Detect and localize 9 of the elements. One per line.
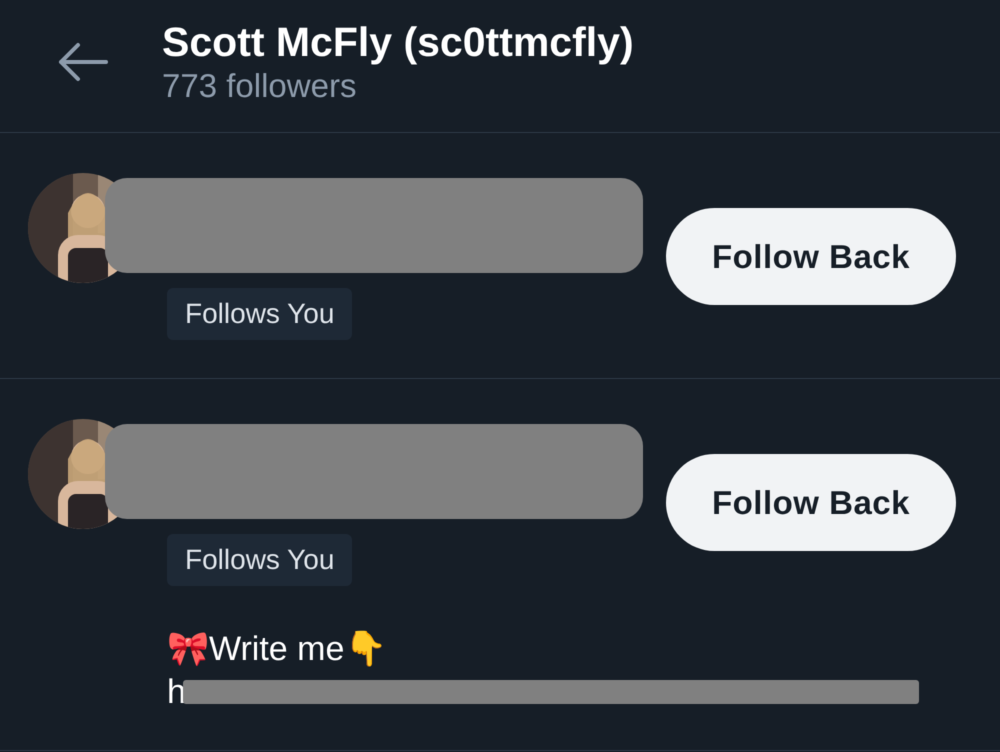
follow-back-button[interactable]: Follow Back (666, 208, 956, 305)
follows-you-badge: Follows You (167, 534, 352, 586)
profile-title: Scott McFly (sc0ttmcfly) (162, 18, 634, 66)
follow-back-button[interactable]: Follow Back (666, 454, 956, 551)
bio-text: 🎀Write me👇 (167, 629, 388, 670)
back-arrow-icon[interactable] (56, 42, 110, 82)
follows-you-badge: Follows You (167, 288, 352, 340)
bio-link[interactable]: h (167, 673, 186, 711)
followers-count: 773 followers (162, 66, 358, 106)
